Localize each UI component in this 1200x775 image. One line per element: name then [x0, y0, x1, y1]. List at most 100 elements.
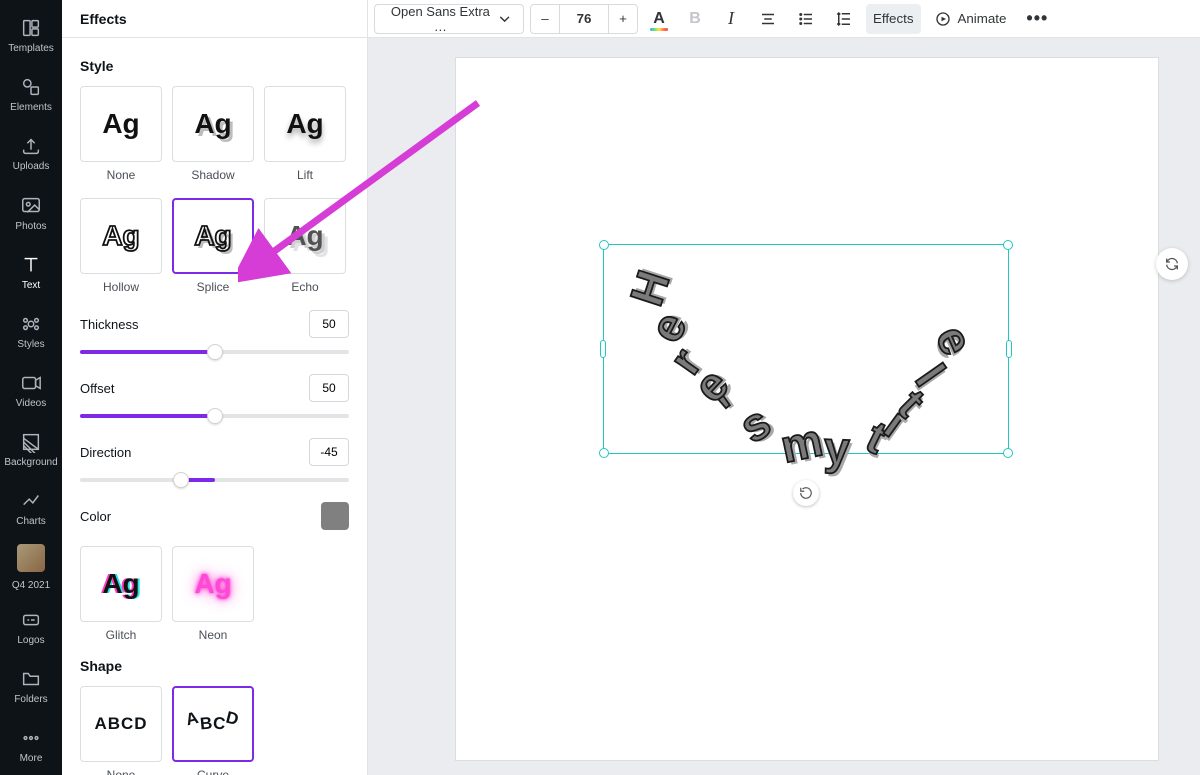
rail-item-photos[interactable]: Photos	[0, 183, 62, 242]
style-tile-splice[interactable]: Ag	[172, 198, 254, 274]
rail-item-label: Charts	[16, 516, 45, 527]
text-color-button[interactable]: A	[644, 4, 674, 34]
shape-tile-label: None	[80, 768, 162, 775]
more-options-button[interactable]: •••	[1019, 4, 1055, 34]
style-tile-label: Echo	[264, 280, 346, 294]
rail-item-charts[interactable]: Charts	[0, 479, 62, 538]
rail-item-uploads[interactable]: Uploads	[0, 124, 62, 183]
font-family-value: Open Sans Extra …	[385, 4, 496, 34]
rail-item-label: Styles	[17, 339, 44, 350]
page-sync-button[interactable]	[1156, 248, 1188, 280]
style-tile-hollow[interactable]: Ag	[80, 198, 162, 274]
rotate-handle[interactable]	[793, 480, 819, 506]
rail-item-label: Uploads	[13, 161, 50, 172]
photos-icon	[20, 195, 42, 217]
style-tile-label: Lift	[264, 168, 346, 182]
font-size-increase[interactable]: +	[608, 4, 638, 34]
videos-icon	[20, 372, 42, 394]
brand-avatar-icon	[17, 544, 45, 572]
style-tile-neon[interactable]: Ag	[172, 546, 254, 622]
sync-icon	[1164, 256, 1180, 272]
rail-item-label: Text	[22, 280, 40, 291]
offset-value-input[interactable]	[309, 374, 349, 402]
style-tile-none[interactable]: Ag	[80, 86, 162, 162]
rail-item-text[interactable]: Text	[0, 243, 62, 302]
style-tile-label: Hollow	[80, 280, 162, 294]
curved-char: m	[776, 412, 827, 473]
animate-icon	[934, 10, 952, 28]
rail-item-elements[interactable]: Elements	[0, 65, 62, 124]
styles-icon	[20, 313, 42, 335]
rail-item-label: Elements	[10, 102, 52, 113]
canvas-page[interactable]: Here's my title	[456, 58, 1158, 760]
rail-item-q4[interactable]: Q4 2021	[0, 538, 62, 597]
style-sample-glitch: Ag	[102, 568, 139, 600]
list-icon	[797, 10, 815, 28]
style-tile-echo[interactable]: Ag	[264, 198, 346, 274]
style-sample-lift: Ag	[286, 108, 323, 140]
logos-icon	[20, 609, 42, 631]
font-size-decrease[interactable]: –	[530, 4, 560, 34]
rail-item-label: Videos	[16, 398, 46, 409]
thickness-value-input[interactable]	[309, 310, 349, 338]
background-icon	[20, 431, 42, 453]
panel-title: Effects	[62, 0, 367, 38]
bold-button[interactable]: B	[680, 4, 710, 34]
direction-label: Direction	[80, 445, 131, 460]
ellipsis-icon: •••	[1026, 8, 1048, 29]
align-center-icon	[759, 10, 777, 28]
text-align-button[interactable]	[752, 4, 784, 34]
rail-item-background[interactable]: Background	[0, 420, 62, 479]
list-button[interactable]	[790, 4, 822, 34]
style-tile-glitch[interactable]: Ag	[80, 546, 162, 622]
spacing-button[interactable]	[828, 4, 860, 34]
style-sample-splice: Ag	[194, 220, 231, 252]
text-selection-box[interactable]: Here's my title	[603, 244, 1009, 454]
shape-tile-shape-curve[interactable]: ABCD	[172, 686, 254, 762]
offset-label: Offset	[80, 381, 114, 396]
more-icon	[20, 727, 42, 749]
style-sample-echo: Ag	[286, 220, 323, 252]
rail-item-more[interactable]: More	[0, 716, 62, 775]
rail-item-styles[interactable]: Styles	[0, 302, 62, 361]
style-tile-shadow[interactable]: Ag	[172, 86, 254, 162]
rotate-icon	[799, 486, 813, 500]
rail-item-label: Folders	[14, 694, 47, 705]
shape-tile-shape-none[interactable]: ABCD	[80, 686, 162, 762]
direction-slider[interactable]	[80, 468, 349, 492]
style-sample-shadow: Ag	[194, 108, 231, 140]
style-tile-label: Shadow	[172, 168, 254, 182]
charts-icon	[20, 490, 42, 512]
style-tile-label: None	[80, 168, 162, 182]
shape-sample-shape-none: ABCD	[94, 714, 147, 734]
font-size-value[interactable]: 76	[560, 4, 608, 34]
style-sample-neon: Ag	[194, 568, 231, 600]
thickness-slider[interactable]	[80, 340, 349, 364]
rail-item-label: Templates	[8, 43, 54, 54]
rail-item-label: More	[20, 753, 43, 764]
color-label: Color	[80, 509, 111, 524]
shape-section-label: Shape	[80, 658, 349, 674]
rail-item-logos[interactable]: Logos	[0, 598, 62, 657]
rail-item-folders[interactable]: Folders	[0, 657, 62, 716]
style-section-label: Style	[80, 58, 349, 74]
canvas-stage[interactable]: Here's my title	[368, 38, 1200, 775]
italic-button[interactable]: I	[716, 4, 746, 34]
direction-value-input[interactable]	[309, 438, 349, 466]
offset-slider[interactable]	[80, 404, 349, 428]
style-tile-label: Splice	[172, 280, 254, 294]
style-tile-label: Glitch	[80, 628, 162, 642]
rail-item-videos[interactable]: Videos	[0, 361, 62, 420]
splice-color-swatch[interactable]	[321, 502, 349, 530]
effects-button[interactable]: Effects	[866, 4, 921, 34]
spacing-icon	[835, 10, 853, 28]
animate-button[interactable]: Animate	[927, 4, 1014, 34]
shape-tile-label: Curve	[172, 768, 254, 775]
chevron-down-icon	[496, 10, 513, 28]
style-tile-lift[interactable]: Ag	[264, 86, 346, 162]
elements-icon	[20, 76, 42, 98]
effects-panel: Effects Style Ag None Ag Shadow Ag Lift Ag Hol…	[62, 0, 368, 775]
curved-text[interactable]: Here's my title	[604, 245, 1010, 455]
font-family-select[interactable]: Open Sans Extra …	[374, 4, 524, 34]
rail-item-templates[interactable]: Templates	[0, 6, 62, 65]
